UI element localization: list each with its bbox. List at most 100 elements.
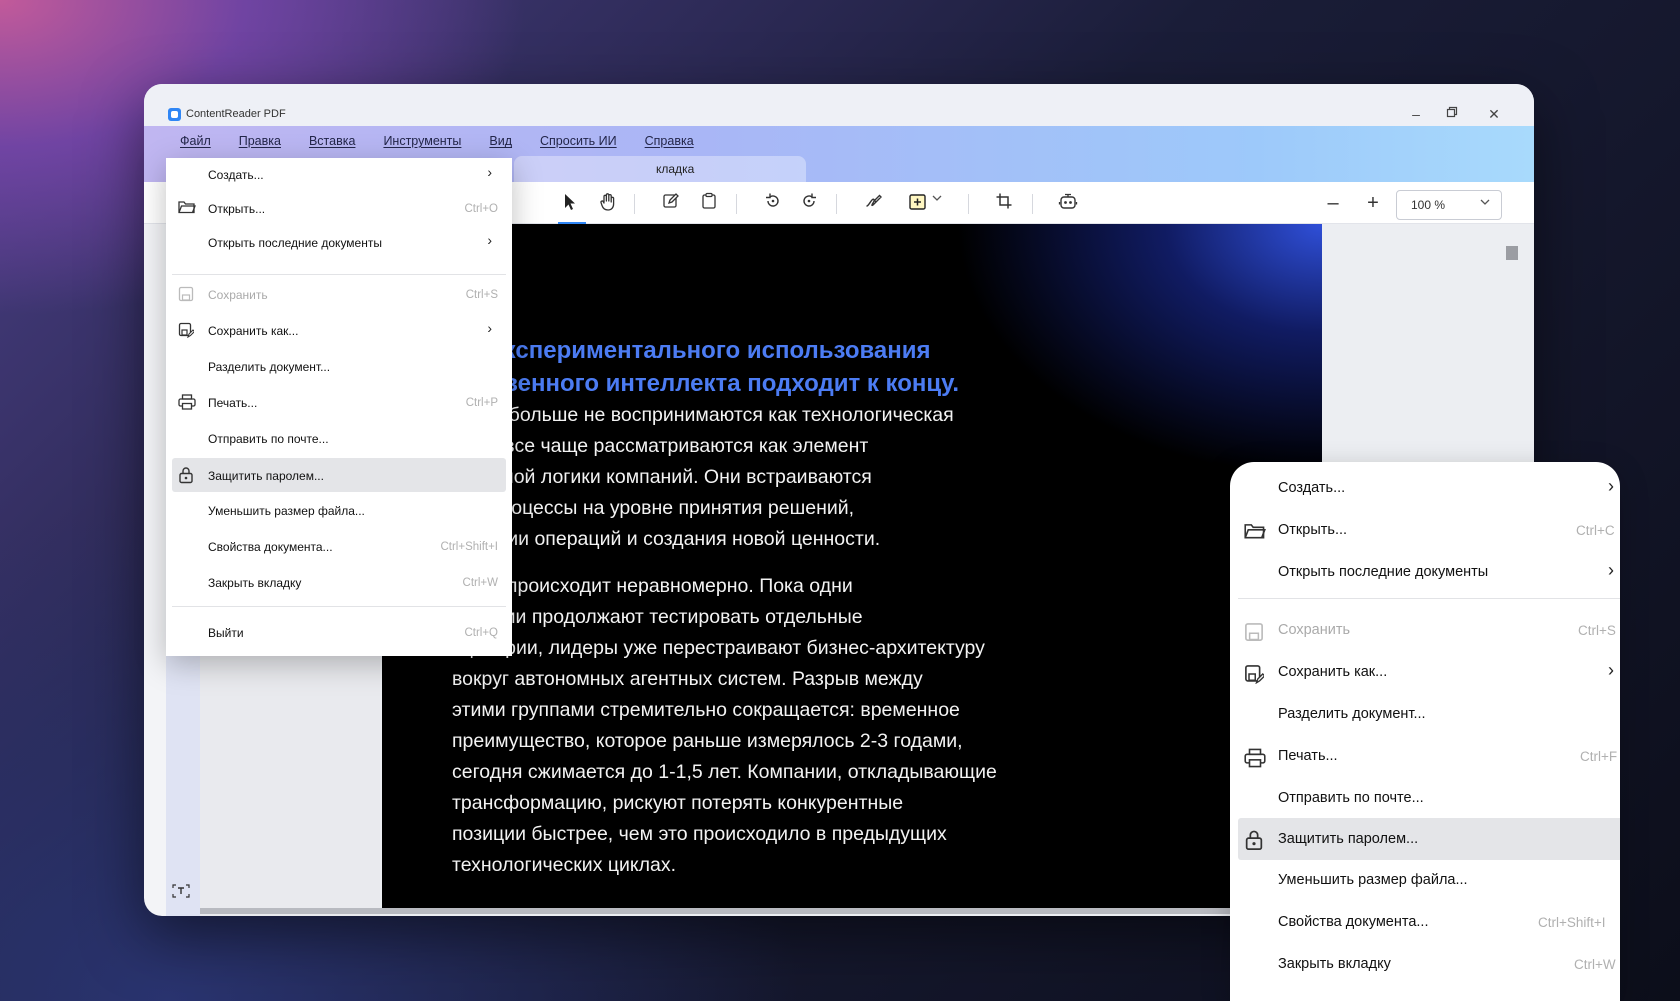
maximize-button[interactable] (1446, 106, 1462, 118)
menu-item-shortcut: Ctrl+Shift+I (440, 541, 498, 553)
menu-ask-ai[interactable]: Спросить ИИ (540, 134, 617, 152)
crop-icon[interactable] (995, 192, 1017, 210)
menu-item-close-tab[interactable]: Закрыть вкладку Ctrl+W (166, 566, 512, 598)
menu-file[interactable]: Файл (180, 134, 211, 152)
chevron-right-icon: › (487, 232, 492, 248)
menu-item-shortcut: Ctrl+Shift+I (1538, 915, 1606, 930)
menu-help[interactable]: Справка (645, 134, 694, 152)
toolbar-separator (1032, 194, 1033, 214)
menu-item-shortcut: Ctrl+C (1576, 523, 1615, 538)
vertical-scrollbar-thumb[interactable] (1506, 246, 1518, 260)
edit-text-icon[interactable] (662, 192, 684, 210)
toolbar-separator (736, 194, 737, 214)
lock-icon (1244, 829, 1270, 851)
menu-tools[interactable]: Инструменты (383, 134, 461, 152)
close-button[interactable]: ✕ (1486, 106, 1502, 123)
rotate-left-icon[interactable] (764, 192, 786, 210)
menu-item-shortcut: Ctrl+F (1580, 749, 1618, 764)
menu-item-shortcut: Ctrl+S (465, 289, 498, 301)
folder-icon (1244, 522, 1270, 540)
document-tab-label: кладка (656, 162, 695, 176)
menu-item-label: Отправить по почте... (208, 432, 329, 446)
menu-item-protect[interactable]: Защитить паролем... (166, 458, 512, 492)
menu-item-label: Разделить документ... (1278, 706, 1426, 722)
menu-item-save[interactable]: Сохранить Ctrl+S (166, 278, 512, 310)
menu-item-create[interactable]: Создать... › (1230, 470, 1620, 510)
minimize-button[interactable]: – (1408, 106, 1424, 122)
menu-item-label: Закрыть вкладку (208, 576, 302, 590)
toolbar-separator (836, 194, 837, 214)
menu-item-properties[interactable]: Свойства документа... Ctrl+Shift+I (166, 530, 512, 562)
printer-icon (1244, 748, 1270, 768)
menu-item-label: Свойства документа... (208, 540, 333, 554)
document-page: мя экспериментального использования усст… (382, 224, 1322, 908)
chevron-right-icon: › (1608, 560, 1614, 580)
menu-item-split[interactable]: Разделить документ... (166, 350, 512, 382)
rotate-right-icon[interactable] (800, 192, 822, 210)
menu-item-split[interactable]: Разделить документ... (1230, 696, 1620, 736)
menu-insert[interactable]: Вставка (309, 134, 355, 152)
select-tool-icon[interactable] (561, 192, 583, 212)
menu-item-label: Сохранить как... (1278, 664, 1388, 680)
chevron-down-icon[interactable] (931, 192, 953, 204)
menu-item-label: Защитить паролем... (208, 469, 324, 483)
menu-item-label: Уменьшить размер файла... (208, 504, 365, 518)
lock-icon (178, 466, 198, 484)
menu-item-label: Сохранить (208, 288, 268, 302)
menu-item-close-tab[interactable]: Закрыть вкладку Ctrl+W (1230, 946, 1620, 986)
menubar: Файл Правка Вставка Инструменты Вид Спро… (180, 134, 722, 152)
signature-icon[interactable] (864, 192, 886, 210)
menu-item-properties[interactable]: Свойства документа... Ctrl+Shift+I (1230, 904, 1620, 944)
hand-tool-icon[interactable] (599, 192, 621, 212)
clipboard-icon[interactable] (700, 192, 722, 210)
menu-item-email[interactable]: Отправить по почте... (1230, 780, 1620, 820)
menu-item-label: Закрыть вкладку (1278, 956, 1391, 972)
document-heading: мя экспериментального использования усст… (452, 337, 960, 397)
zoom-out-icon[interactable]: – (1322, 192, 1344, 214)
menu-item-recent[interactable]: Открыть последние документы › (166, 226, 512, 258)
folder-icon (178, 200, 198, 214)
menu-item-label: Открыть... (1278, 522, 1348, 538)
document-body: генты больше не воспринимаются как техно… (452, 400, 1112, 897)
zoom-value: 100 % (1411, 198, 1446, 212)
chevron-right-icon: › (487, 320, 492, 336)
menu-item-print[interactable]: Печать... Ctrl+F (1230, 738, 1620, 778)
menu-item-recent[interactable]: Открыть последние документы › (1230, 554, 1620, 594)
menu-item-compress[interactable]: Уменьшить размер файла... (1230, 862, 1620, 902)
menu-item-label: Защитить паролем... (1278, 831, 1419, 847)
menu-item-open[interactable]: Открыть... Ctrl+O (166, 192, 512, 224)
menu-item-label: Создать... (1278, 480, 1346, 496)
menu-item-save-as[interactable]: Сохранить как... › (1230, 654, 1620, 694)
menu-item-save[interactable]: Сохранить Ctrl+S (1230, 612, 1620, 652)
menu-item-exit[interactable]: Выйти Ctrl+Q (166, 616, 512, 648)
zoom-in-icon[interactable]: + (1362, 192, 1384, 214)
text-recognition-icon[interactable] (172, 884, 190, 898)
menu-item-label: Сохранить (1278, 622, 1351, 638)
menu-item-shortcut: Ctrl+P (465, 397, 498, 409)
zoomed-file-menu: Создать... › Открыть... Ctrl+C Открыть п… (1230, 462, 1620, 1001)
menu-item-email[interactable]: Отправить по почте... (166, 422, 512, 454)
menu-item-shortcut: Ctrl+W (1574, 957, 1616, 972)
add-annotation-icon[interactable] (908, 192, 930, 212)
chevron-right-icon: › (1608, 476, 1614, 496)
menu-edit[interactable]: Правка (239, 134, 281, 152)
menu-item-save-as[interactable]: Сохранить как... › (166, 314, 512, 346)
chevron-right-icon: › (487, 164, 492, 180)
menu-separator (172, 274, 506, 275)
menu-item-label: Создать... (208, 168, 264, 182)
ai-assistant-icon[interactable] (1058, 192, 1080, 212)
menu-item-label: Разделить документ... (208, 360, 331, 374)
menu-item-label: Открыть... (208, 202, 266, 216)
menu-item-create[interactable]: Создать... › (166, 158, 512, 190)
menu-item-label: Свойства документа... (1278, 914, 1429, 930)
menu-item-label: Открыть последние документы (1278, 564, 1489, 580)
app-logo-icon (168, 108, 181, 121)
menu-item-open[interactable]: Открыть... Ctrl+C (1230, 512, 1620, 552)
menu-item-protect[interactable]: Защитить паролем... (1230, 820, 1620, 860)
zoom-select[interactable]: 100 % (1396, 190, 1502, 220)
menu-item-label: Уменьшить размер файла... (1278, 872, 1468, 888)
menu-item-label: Отправить по почте... (1278, 790, 1424, 806)
menu-view[interactable]: Вид (489, 134, 512, 152)
menu-item-print[interactable]: Печать... Ctrl+P (166, 386, 512, 418)
menu-item-compress[interactable]: Уменьшить размер файла... (166, 494, 512, 526)
